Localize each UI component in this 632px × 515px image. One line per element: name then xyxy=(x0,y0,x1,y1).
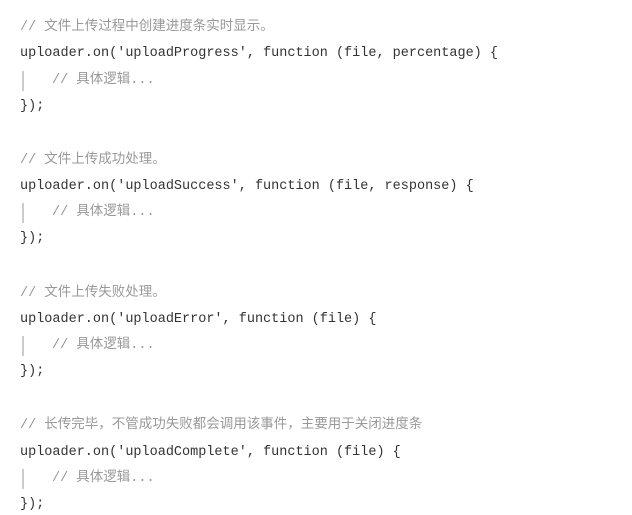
code-line-fn-open: uploader.on('uploadComplete', function (… xyxy=(20,443,632,463)
code-line-fn-open: uploader.on('uploadProgress', function (… xyxy=(20,44,632,64)
code-line-close: }); xyxy=(20,229,632,249)
code-body-comment: // 具体逻辑... xyxy=(52,205,155,220)
code-line-fn-open: uploader.on('uploadError', function (fil… xyxy=(20,310,632,330)
code-body-comment: // 具体逻辑... xyxy=(52,338,155,353)
code-line-close: }); xyxy=(20,362,632,382)
code-line-body: // 具体逻辑... xyxy=(22,203,632,223)
code-line-body: // 具体逻辑... xyxy=(22,469,632,489)
code-line-close: }); xyxy=(20,97,632,117)
code-comment: // 文件上传失败处理。 xyxy=(20,284,632,304)
code-body-comment: // 具体逻辑... xyxy=(52,73,155,88)
code-block-upload-complete: // 长传完毕，不管成功失败都会调用该事件，主要用于关闭进度条 uploader… xyxy=(20,416,632,515)
code-block-upload-progress: // 文件上传过程中创建进度条实时显示。 uploader.on('upload… xyxy=(20,18,632,117)
code-comment: // 文件上传成功处理。 xyxy=(20,151,632,171)
code-body-comment: // 具体逻辑... xyxy=(52,471,155,486)
code-comment: // 长传完毕，不管成功失败都会调用该事件，主要用于关闭进度条 xyxy=(20,416,632,436)
code-block-upload-error: // 文件上传失败处理。 uploader.on('uploadError', … xyxy=(20,284,632,383)
code-line-body: // 具体逻辑... xyxy=(22,71,632,91)
code-line-body: // 具体逻辑... xyxy=(22,336,632,356)
code-comment: // 文件上传过程中创建进度条实时显示。 xyxy=(20,18,632,38)
code-line-fn-open: uploader.on('uploadSuccess', function (f… xyxy=(20,177,632,197)
code-line-close: }); xyxy=(20,495,632,515)
code-block-upload-success: // 文件上传成功处理。 uploader.on('uploadSuccess'… xyxy=(20,151,632,250)
